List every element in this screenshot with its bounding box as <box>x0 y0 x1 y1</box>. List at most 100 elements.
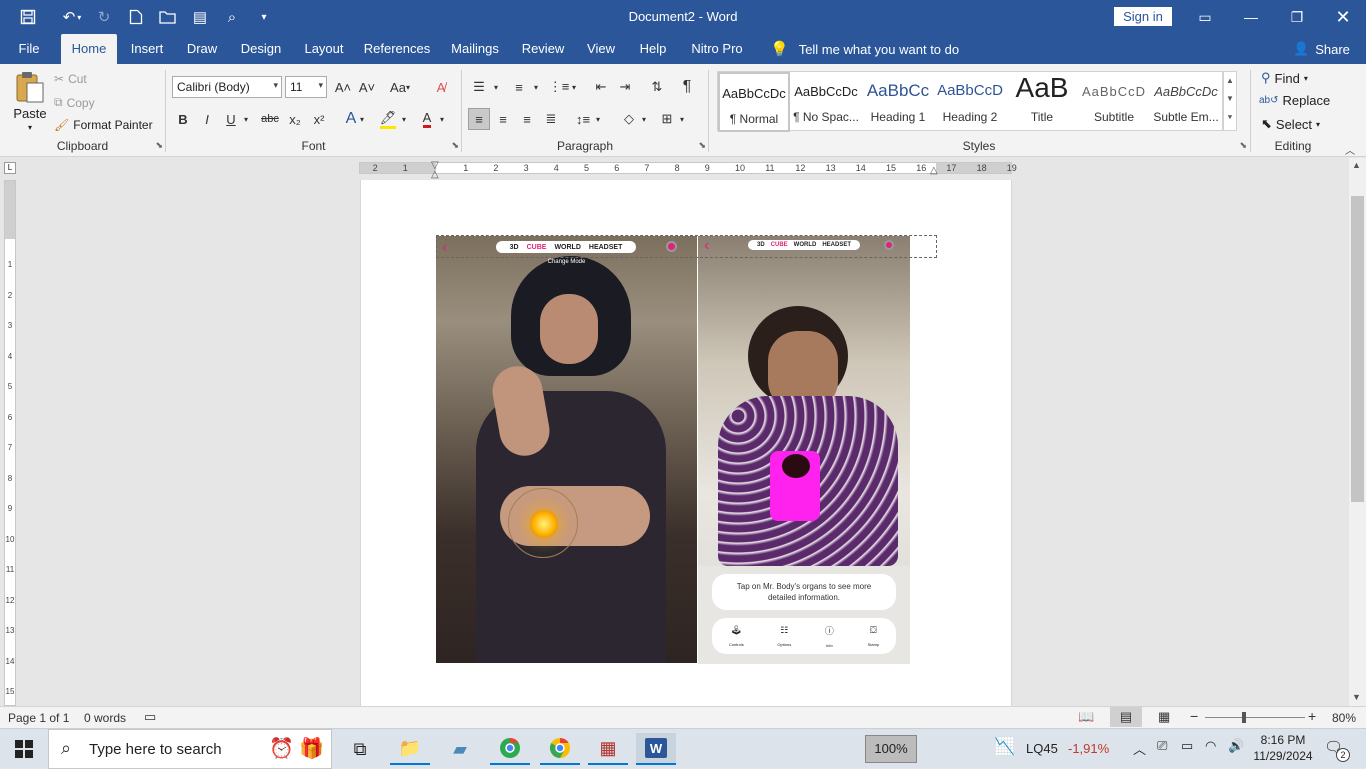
show-formatting-button[interactable]: ¶ <box>676 76 698 98</box>
align-center-icon[interactable]: ≡ <box>492 108 514 130</box>
task-view-icon[interactable]: ⧉ <box>340 733 380 765</box>
line-spacing-dropdown-icon[interactable]: ▾ <box>592 108 604 130</box>
tab-insert[interactable]: Insert <box>124 34 170 64</box>
align-right-icon[interactable]: ≡ <box>516 108 538 130</box>
hanging-indent-marker[interactable]: △ <box>431 169 439 180</box>
scroll-down-icon[interactable]: ▼ <box>1352 692 1361 702</box>
superscript-button[interactable]: x² <box>308 108 330 130</box>
tab-help[interactable]: Help <box>632 34 674 64</box>
horizontal-ruler[interactable]: 2 1 1 2 3 4 5 6 7 8 9 10 11 12 13 14 15 16 17 18 19 <box>359 162 1017 174</box>
share-button[interactable]: 👤 Share <box>1293 34 1350 64</box>
tab-layout[interactable]: Layout <box>298 34 350 64</box>
customize-toolbar-icon[interactable]: ▾ <box>248 0 280 34</box>
word-taskbar-icon[interactable]: W <box>636 733 676 765</box>
tray-chevron-up-icon[interactable]: ︿ <box>1133 739 1146 758</box>
copy-button[interactable]: ⧉ Copy <box>54 95 95 110</box>
format-painter-button[interactable]: 🖌 Format Painter <box>54 118 153 132</box>
numbering-dropdown-icon[interactable]: ▾ <box>530 76 542 98</box>
info-button[interactable]: ⓘ Info <box>825 624 834 648</box>
scroll-down-icon[interactable]: ▼ <box>1224 90 1236 108</box>
find-button[interactable]: ⚲ Find ▾ <box>1261 70 1308 86</box>
line-spacing-icon[interactable]: ↕≡ <box>572 108 594 130</box>
taskbar-search-box[interactable]: ⌕ Type here to search ⏰ 🎁 <box>48 729 332 769</box>
scroll-up-icon[interactable]: ▲ <box>1224 72 1236 90</box>
zoom-slider[interactable] <box>1205 717 1305 718</box>
styles-launcher-icon[interactable]: ⬊ <box>1239 140 1247 151</box>
numbering-icon[interactable]: ≡ <box>508 76 530 98</box>
meet-now-icon[interactable]: ⎚ <box>1157 738 1167 754</box>
zoom-level[interactable]: 80% <box>1332 711 1356 725</box>
vertical-ruler[interactable]: 1 2 3 4 5 6 7 8 9 10 11 12 13 14 15 <box>4 180 16 706</box>
minimize-icon[interactable]: — <box>1228 0 1274 34</box>
tab-draw[interactable]: Draw <box>181 34 223 64</box>
chrome-profile-icon[interactable] <box>490 733 530 765</box>
shading-dropdown-icon[interactable]: ▾ <box>638 108 650 130</box>
font-color-button[interactable]: A <box>416 108 438 130</box>
bullets-dropdown-icon[interactable]: ▾ <box>490 76 502 98</box>
ribbon-display-options-icon[interactable]: ▭ <box>1182 0 1228 34</box>
selected-textbox-outline[interactable] <box>436 235 937 258</box>
paragraph-launcher-icon[interactable]: ⬊ <box>698 140 706 151</box>
tab-file[interactable]: File <box>8 34 50 64</box>
wifi-icon[interactable]: ◠ <box>1205 738 1216 754</box>
multilevel-dropdown-icon[interactable]: ▾ <box>568 76 580 98</box>
justify-icon[interactable]: ≣ <box>540 108 562 130</box>
style-normal[interactable]: AaBbCcDc ¶ Normal <box>718 72 790 132</box>
cut-button[interactable]: ✂ Cut <box>54 72 87 86</box>
style-title[interactable]: AaB Title <box>1006 72 1078 132</box>
gallery-more-icon[interactable]: ⯆ <box>1224 108 1236 128</box>
zoom-slider-handle[interactable] <box>1242 712 1246 723</box>
clear-formatting-icon[interactable]: A̸ <box>430 76 452 98</box>
open-folder-icon[interactable] <box>152 0 184 34</box>
italic-button[interactable]: I <box>196 108 218 130</box>
stock-name[interactable]: LQ45 <box>1026 741 1058 756</box>
multilevel-list-icon[interactable]: ⋮≡ <box>548 76 570 98</box>
tab-mailings[interactable]: Mailings <box>446 34 504 64</box>
shrink-font-button[interactable]: A˅ <box>356 76 378 98</box>
tell-me-search[interactable]: 💡 Tell me what you want to do <box>770 34 959 64</box>
save-icon[interactable] <box>0 0 56 34</box>
close-icon[interactable]: ✕ <box>1320 0 1366 34</box>
shading-icon[interactable]: ◇ <box>618 108 640 130</box>
bullets-icon[interactable]: ☰ <box>468 76 490 98</box>
controls-button[interactable]: 🕹 Controls <box>729 625 744 647</box>
clock[interactable]: 8:16 PM 11/29/2024 <box>1252 732 1314 764</box>
chrome-icon[interactable] <box>540 733 580 765</box>
select-button[interactable]: ⬉ Select ▾ <box>1261 116 1320 132</box>
winrar-icon[interactable]: ▦ <box>588 733 628 765</box>
new-document-icon[interactable] <box>120 0 152 34</box>
text-effects-dropdown-icon[interactable]: ▾ <box>356 108 368 130</box>
tab-selector-icon[interactable]: L <box>4 162 16 174</box>
grow-font-button[interactable]: A˄ <box>332 76 354 98</box>
tab-design[interactable]: Design <box>235 34 287 64</box>
print-layout-icon[interactable]: ▤ <box>1110 707 1142 727</box>
subscript-button[interactable]: x₂ <box>284 108 306 130</box>
figure-right-screenshot[interactable]: ‹ 3D CUBE WORLD HEADSET Tap on Mr. Body'… <box>698 236 910 664</box>
strikethrough-button[interactable]: abc <box>259 108 281 130</box>
font-launcher-icon[interactable]: ⬊ <box>451 140 459 151</box>
highlight-dropdown-icon[interactable]: ▾ <box>398 108 410 130</box>
increase-indent-icon[interactable]: ⇥ <box>614 76 636 98</box>
proofing-icon[interactable]: ▭ <box>144 709 156 725</box>
print-zoom-icon[interactable]: ⌕ <box>216 0 248 34</box>
collapse-ribbon-icon[interactable]: ︿ <box>1345 142 1355 157</box>
file-explorer-icon[interactable]: 📁 <box>390 733 430 765</box>
font-color-dropdown-icon[interactable]: ▾ <box>436 108 448 130</box>
paste-dropdown-icon[interactable]: ▾ <box>28 123 32 132</box>
undo-icon[interactable]: ↶ ▾ <box>56 0 88 34</box>
vertical-scrollbar[interactable]: ▲ ▼ <box>1349 158 1366 706</box>
windows-start-icon[interactable] <box>4 733 44 765</box>
figure-left-screenshot[interactable]: ‹ 3D CUBE WORLD HEADSET Change Mode <box>436 236 697 663</box>
font-size-combo[interactable]: 11 ▾ <box>285 76 327 98</box>
font-name-combo[interactable]: Calibri (Body) ▾ <box>172 76 282 98</box>
underline-button[interactable]: U <box>220 108 242 130</box>
style-heading-2[interactable]: AaBbCcD Heading 2 <box>934 72 1006 132</box>
highlight-icon[interactable]: 🖊 <box>377 108 399 130</box>
style-no-spacing[interactable]: AaBbCcDc ¶ No Spac... <box>790 72 862 132</box>
word-count[interactable]: 0 words <box>84 711 126 725</box>
app-tablet-icon[interactable]: ▰ <box>440 733 480 765</box>
volume-icon[interactable]: 🔊 <box>1228 738 1244 754</box>
paste-button[interactable]: Paste ▾ <box>10 70 50 132</box>
style-subtle-emphasis[interactable]: AaBbCcDc Subtle Em... <box>1150 72 1222 132</box>
borders-dropdown-icon[interactable]: ▾ <box>676 108 688 130</box>
